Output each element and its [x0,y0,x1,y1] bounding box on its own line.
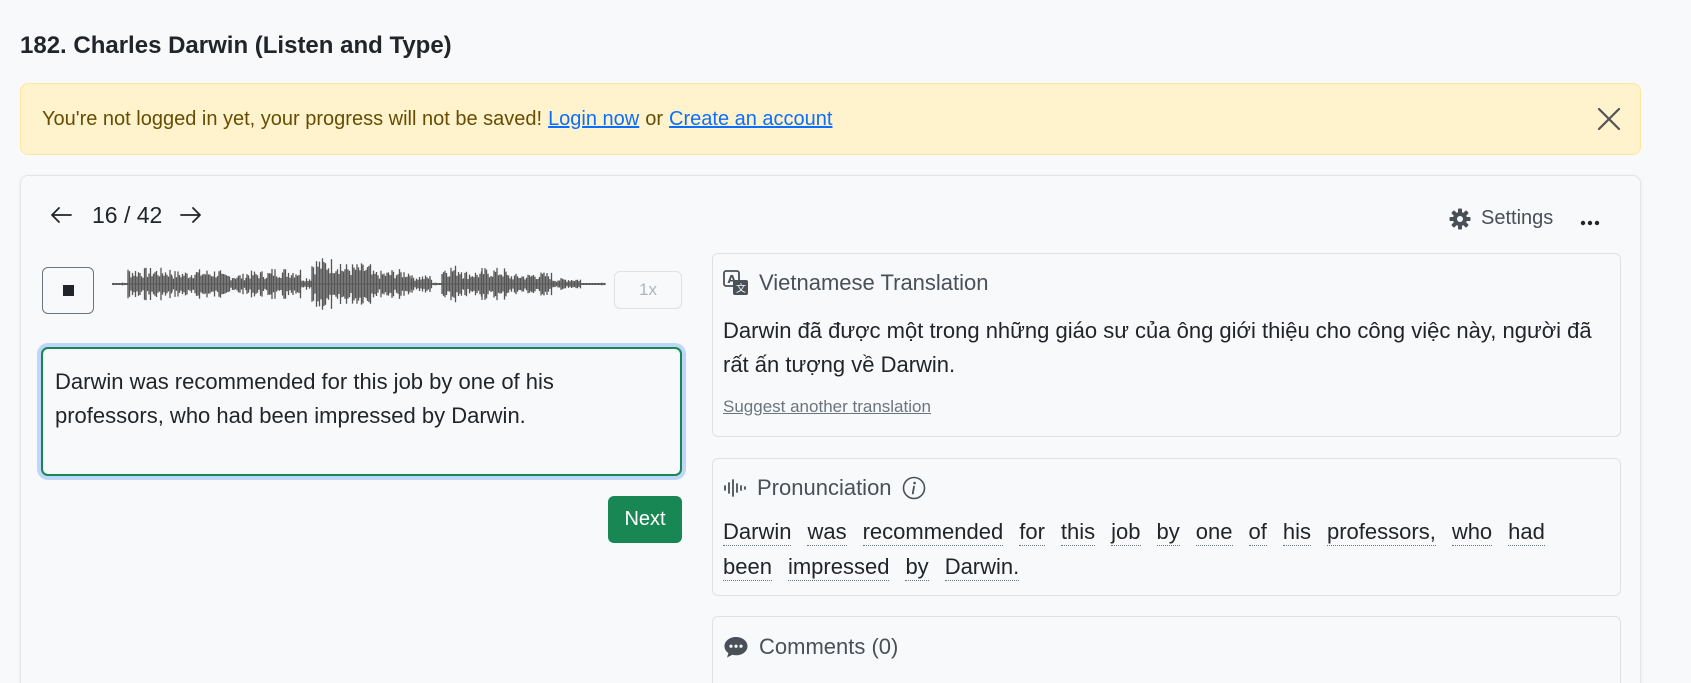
answer-input[interactable] [41,347,682,476]
gear-icon [1449,208,1471,229]
login-link[interactable]: Login now [548,108,639,131]
pronunciation-word[interactable]: Darwin [723,519,792,546]
comments-panel: Comments (0) [712,616,1621,683]
audio-waveform[interactable] [112,252,606,316]
pronunciation-word[interactable]: Darwin. [944,554,1020,581]
create-account-link[interactable]: Create an account [669,108,832,131]
translation-header: A 文 Vietnamese Translation [723,270,989,296]
pronunciation-word[interactable]: been [723,554,772,581]
next-button[interactable]: Next [608,496,682,543]
pronunciation-word[interactable]: professors, [1326,519,1436,546]
pronunciation-word[interactable]: one [1195,519,1233,546]
pronunciation-word[interactable]: had [1508,519,1545,546]
pronunciation-panel: Pronunciation Darwin was recommended for thi… [712,458,1621,596]
playback-speed-button[interactable]: 1x [614,271,682,309]
translation-title: Vietnamese Translation [759,270,989,295]
pronunciation-title: Pronunciation [757,475,892,500]
sentence-counter: 16 / 42 [92,202,163,228]
stop-icon [62,285,74,296]
arrow-left-icon[interactable] [50,203,72,231]
translate-icon: A 文 [723,270,748,295]
comments-header[interactable]: Comments (0) [723,634,898,660]
settings-label: Settings [1481,207,1554,229]
alert-or-text: or [645,107,664,130]
pronunciation-word[interactable]: job [1111,519,1141,546]
close-icon[interactable] [1596,106,1622,132]
ellipsis-icon[interactable] [1580,206,1600,232]
pronunciation-header: Pronunciation [723,475,936,501]
pronunciation-word[interactable]: recommended [862,519,1004,546]
pronunciation-word[interactable]: of [1248,519,1267,546]
pronunciation-word[interactable]: by [1156,519,1180,546]
pronunciation-word[interactable]: who [1451,519,1493,546]
alert-message: You're not logged in yet, your progress … [42,107,543,130]
suggest-translation-link[interactable]: Suggest another translation [723,397,931,417]
pronunciation-text: Darwin was recommended for this job by one of his… [723,519,1603,589]
arrow-right-icon[interactable] [180,203,202,231]
pronunciation-word[interactable]: was [807,519,847,546]
translation-text: Darwin đã được một trong những giáo sư c… [723,318,1592,377]
stop-button[interactable] [42,267,94,314]
svg-text:文: 文 [736,282,746,295]
translation-panel: A 文 Vietnamese Translation Darwin đã đượ… [712,253,1621,437]
login-alert: You're not logged in yet, your progress … [20,83,1641,155]
settings-button[interactable]: Settings [1449,207,1553,230]
pronunciation-word[interactable]: his [1282,519,1311,546]
info-icon[interactable] [902,476,926,500]
pronunciation-word[interactable]: for [1019,519,1045,546]
comments-title: Comments (0) [759,634,899,659]
pronunciation-word[interactable]: by [905,554,929,581]
page-title: 182. Charles Darwin (Listen and Type) [20,32,452,59]
soundwave-icon [724,479,746,497]
pronunciation-word[interactable]: this [1060,519,1096,546]
chat-icon [724,637,748,658]
pronunciation-word[interactable]: impressed [787,554,890,581]
